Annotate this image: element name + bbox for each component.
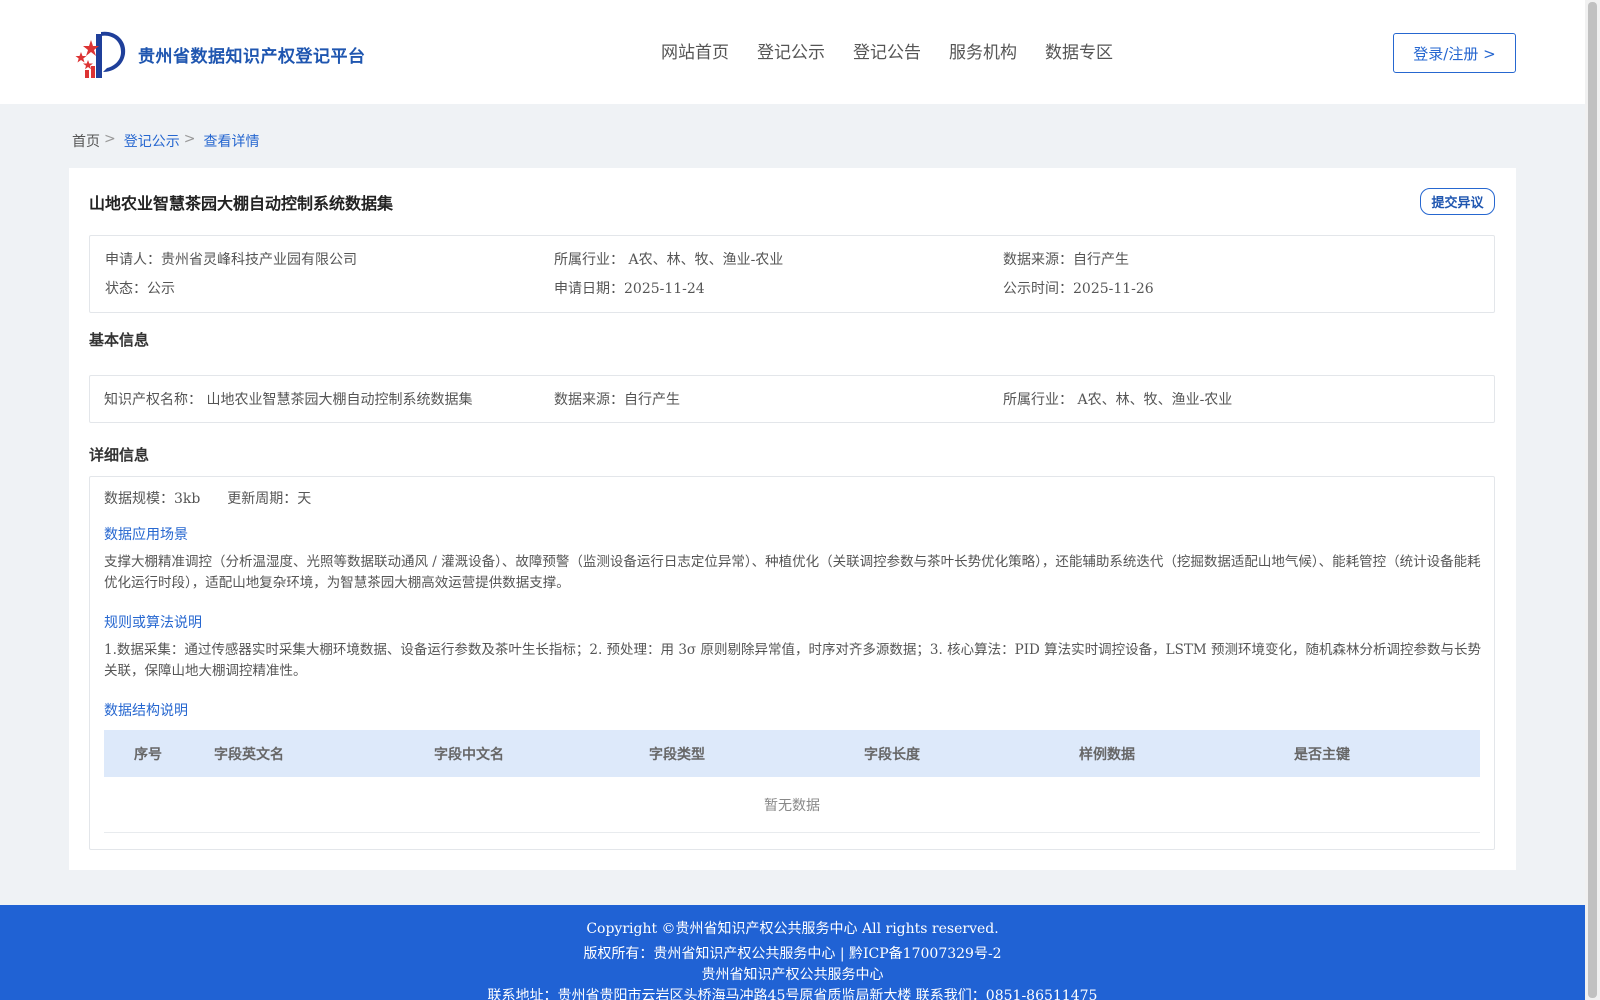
basic-info-panel: 知识产权名称： 山地农业智慧茶园大棚自动控制系统数据集 数据来源：自行产生 所属…: [89, 375, 1495, 423]
detail-card: 山地农业智慧茶园大棚自动控制系统数据集 提交异议 申请人：贵州省灵峰科技产业园有…: [69, 168, 1516, 870]
footer-organization: 贵州省知识产权公共服务中心: [701, 967, 884, 983]
table-empty-state: 暂无数据: [104, 777, 1480, 833]
platform-logo-icon: [75, 31, 126, 78]
col-header-primary-key: 是否主键: [1294, 747, 1350, 763]
footer-copyright: Copyright ©贵州省知识产权公共服务中心 All rights rese…: [586, 921, 999, 937]
scenario-text: 支撑大棚精准调控（分析温湿度、光照等数据联动通风 / 灌溉设备）、故障预警（监测…: [104, 554, 1481, 591]
scrollbar-thumb[interactable]: [1588, 2, 1597, 998]
apply-date-field: 申请日期：2025-11-24: [554, 281, 705, 297]
col-header-length: 字段长度: [864, 747, 920, 763]
publish-date-field: 公示时间：2025-11-26: [1003, 281, 1154, 297]
basic-source-field: 数据来源：自行产生: [554, 392, 680, 408]
structure-table-header: 序号 字段英文名 字段中文名 字段类型 字段长度 样例数据 是否主键: [104, 730, 1480, 777]
cycle-value: 天: [297, 491, 312, 507]
site-header: 贵州省数据知识产权登记平台 网站首页 登记公示 登记公告 服务机构 数据专区 登…: [0, 0, 1585, 104]
breadcrumb-separator: >: [104, 131, 116, 147]
vertical-scrollbar[interactable]: [1585, 0, 1600, 1000]
algorithm-text: 1.数据采集：通过传感器实时采集大棚环境数据、设备运行参数及茶叶生长指标；2. …: [104, 642, 1481, 679]
login-register-button[interactable]: 登录/注册 >: [1393, 33, 1516, 73]
nav-registration-announcement[interactable]: 登记公告: [853, 38, 921, 63]
basic-industry-field: 所属行业： A农、林、牧、渔业-农业: [1003, 392, 1233, 408]
col-header-chinese-name: 字段中文名: [434, 747, 504, 763]
footer-contact: 联系地址：贵州省贵阳市云岩区头桥海马冲路45号原省质监局新大楼 联系我们：085…: [487, 988, 1098, 1000]
nav-service-agencies[interactable]: 服务机构: [949, 38, 1017, 63]
breadcrumb-separator: >: [183, 131, 196, 147]
industry-field: 所属行业： A农、林、牧、渔业-农业: [554, 252, 784, 268]
applicant-value: 贵州省灵峰科技产业园有限公司: [161, 252, 357, 268]
breadcrumb-current: 查看详情: [203, 134, 260, 150]
basic-info-heading: 基本信息: [89, 331, 150, 349]
basic-source-value: 自行产生: [624, 392, 680, 408]
source-field: 数据来源：自行产生: [1003, 252, 1129, 268]
applicant-field: 申请人：贵州省灵峰科技产业园有限公司: [105, 252, 357, 268]
col-header-sample: 样例数据: [1079, 747, 1135, 763]
publish-date-value: 2025-11-26: [1073, 281, 1154, 297]
structure-heading: 数据结构说明: [104, 703, 188, 719]
scenario-heading: 数据应用场景: [104, 527, 188, 543]
ip-name-value: 山地农业智慧茶园大棚自动控制系统数据集: [206, 392, 473, 408]
footer-rights: 版权所有：贵州省知识产权公共服务中心 | 黔ICP备17007329号-2: [583, 946, 1002, 962]
status-value: 公示: [147, 281, 175, 297]
ip-name-field: 知识产权名称： 山地农业智慧茶园大棚自动控制系统数据集: [104, 392, 473, 408]
platform-name: 贵州省数据知识产权登记平台: [138, 47, 366, 67]
dataset-title: 山地农业智慧茶园大棚自动控制系统数据集: [89, 194, 394, 213]
breadcrumb-home[interactable]: 首页: [72, 131, 100, 151]
col-header-index: 序号: [134, 747, 162, 763]
basic-industry-value: A农、林、牧、渔业-农业: [1077, 392, 1233, 408]
site-footer: Copyright ©贵州省知识产权公共服务中心 All rights rese…: [0, 905, 1585, 1000]
nav-data-zone[interactable]: 数据专区: [1045, 38, 1113, 63]
submit-objection-button[interactable]: 提交异议: [1420, 188, 1495, 215]
scale-value: 3kb: [174, 491, 201, 507]
summary-panel: 申请人：贵州省灵峰科技产业园有限公司 所属行业： A农、林、牧、渔业-农业 数据…: [89, 235, 1495, 313]
col-header-english-name: 字段英文名: [214, 747, 284, 763]
source-value: 自行产生: [1073, 252, 1129, 268]
nav-home[interactable]: 网站首页: [661, 38, 729, 63]
algorithm-heading: 规则或算法说明: [104, 615, 202, 631]
detail-info-heading: 详细信息: [89, 446, 150, 464]
breadcrumb: 首页 > 登记公示 > 查看详情: [72, 131, 259, 151]
main-nav: 网站首页 登记公示 登记公告 服务机构 数据专区: [661, 38, 1141, 63]
status-field: 状态：公示: [105, 281, 175, 297]
nav-registration-publicity[interactable]: 登记公示: [757, 38, 825, 63]
apply-date-value: 2025-11-24: [624, 281, 705, 297]
scale-cycle-row: 数据规模：3kb 更新周期：天: [104, 491, 312, 507]
col-header-type: 字段类型: [649, 747, 705, 763]
industry-value: A农、林、牧、渔业-农业: [628, 252, 784, 268]
page: 贵州省数据知识产权登记平台 网站首页 登记公示 登记公告 服务机构 数据专区 登…: [0, 0, 1585, 1000]
detail-info-panel: 数据规模：3kb 更新周期：天 数据应用场景 支撑大棚精准调控（分析温湿度、光照…: [89, 476, 1495, 850]
breadcrumb-publicity[interactable]: 登记公示: [124, 131, 180, 151]
